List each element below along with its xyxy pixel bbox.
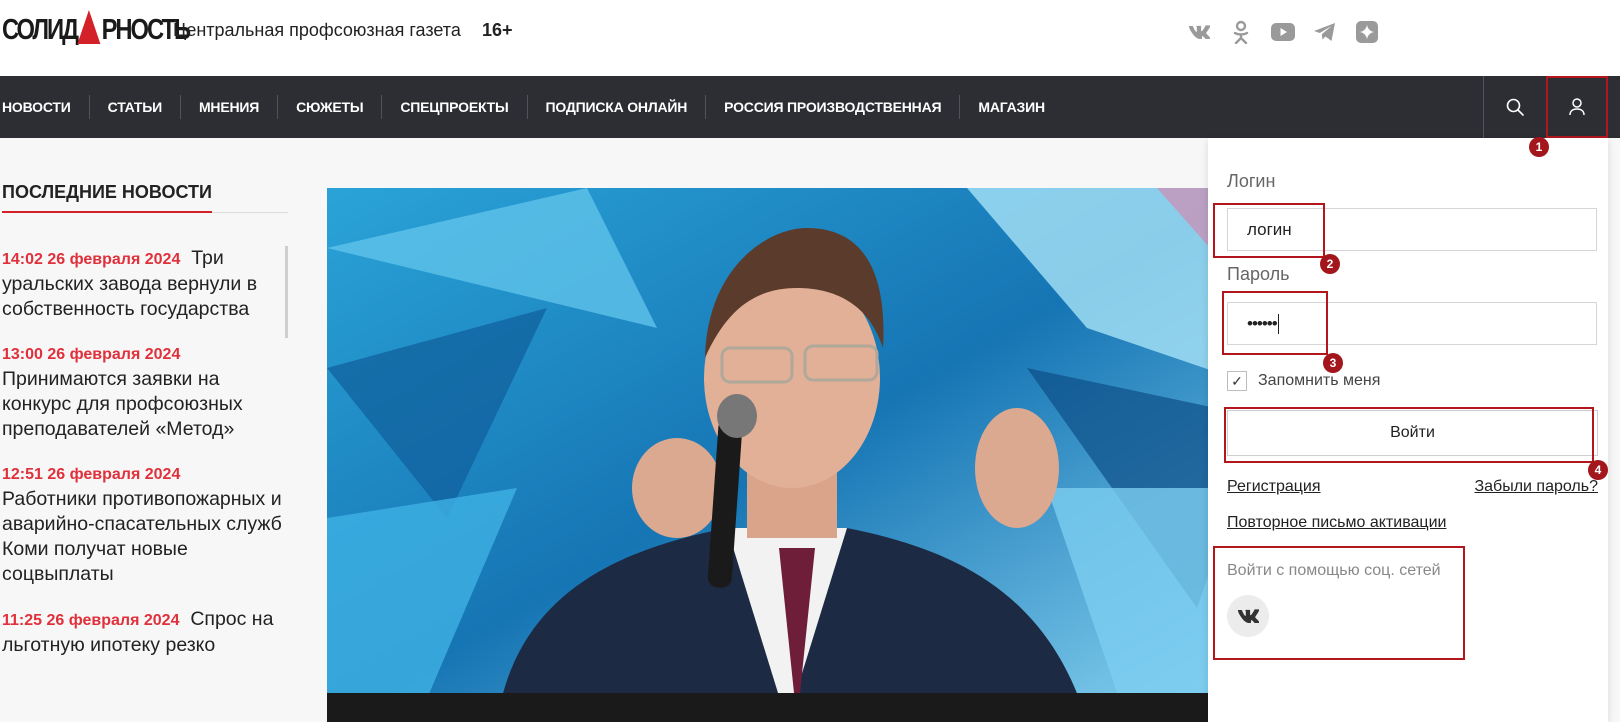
login-submit-button[interactable]: Войти xyxy=(1227,410,1598,456)
main-nav: НОВОСТИ СТАТЬИ МНЕНИЯ СЮЖЕТЫ СПЕЦПРОЕКТЫ… xyxy=(0,76,1620,138)
age-rating: 16+ xyxy=(482,20,513,40)
news-title[interactable]: Принимаются заявки на конкурс для профсо… xyxy=(2,368,243,440)
nav-item-shop[interactable]: МАГАЗИН xyxy=(959,95,1062,119)
user-account-button[interactable] xyxy=(1546,76,1608,138)
news-time: 14:02 26 февраля 2024 xyxy=(2,251,181,268)
site-header: СОЛИД РНОСТЬ Центральная профсоюзная газе… xyxy=(0,0,1620,76)
nav-item-articles[interactable]: СТАТЬИ xyxy=(88,95,180,119)
nav-item-stories[interactable]: СЮЖЕТЫ xyxy=(277,95,381,119)
news-time: 11:25 26 февраля 2024 xyxy=(2,612,180,629)
login-dropdown: Логин логин Пароль •••••• ✓ Запомнить ме… xyxy=(1208,138,1608,722)
remember-checkbox[interactable]: ✓ xyxy=(1227,371,1247,391)
social-links xyxy=(1187,20,1379,44)
hero-image[interactable] xyxy=(327,188,1263,722)
news-item[interactable]: 11:25 26 февраля 2024 Спрос на льготную … xyxy=(2,607,288,658)
annotation-badge: 2 xyxy=(1320,254,1340,274)
hero-photo xyxy=(327,188,1263,722)
resend-activation-link[interactable]: Повторное письмо активации xyxy=(1227,514,1446,532)
text-cursor xyxy=(1277,313,1279,334)
search-icon xyxy=(1506,98,1524,116)
logo-triangle xyxy=(77,10,101,44)
annotation-badge: 1 xyxy=(1529,137,1549,157)
youtube-icon[interactable] xyxy=(1271,20,1295,44)
annotation-badge: 3 xyxy=(1323,353,1343,373)
nav-menu: НОВОСТИ СТАТЬИ МНЕНИЯ СЮЖЕТЫ СПЕЦПРОЕКТЫ… xyxy=(0,76,1063,138)
latest-news-list: 14:02 26 февраля 2024 Три уральских заво… xyxy=(2,246,288,678)
nav-item-special-projects[interactable]: СПЕЦПРОЕКТЫ xyxy=(381,95,526,119)
login-label: Логин xyxy=(1227,171,1276,191)
latest-news-title: ПОСЛЕДНИЕ НОВОСТИ xyxy=(2,182,212,213)
telegram-icon[interactable] xyxy=(1313,20,1337,44)
vk-login-button[interactable] xyxy=(1227,595,1269,637)
search-button[interactable] xyxy=(1484,76,1546,138)
annotation-badge: 4 xyxy=(1588,460,1608,480)
user-icon xyxy=(1569,98,1585,116)
nav-item-online-subscription[interactable]: ПОДПИСКА ОНЛАЙН xyxy=(526,95,706,119)
remember-label: Запомнить меня xyxy=(1258,372,1381,389)
news-item[interactable]: 12:51 26 февраля 2024 Работники противоп… xyxy=(2,462,288,587)
odnoklassniki-icon[interactable] xyxy=(1229,20,1253,44)
remember-me[interactable]: ✓ Запомнить меня xyxy=(1227,371,1380,391)
password-input[interactable]: •••••• xyxy=(1227,302,1597,345)
forgot-password-link[interactable]: Забыли пароль? xyxy=(1474,478,1598,496)
password-value: •••••• xyxy=(1247,313,1278,333)
site-logo[interactable]: СОЛИД РНОСТЬ xyxy=(2,10,191,50)
nav-item-news[interactable]: НОВОСТИ xyxy=(0,95,89,119)
news-item[interactable]: 14:02 26 февраля 2024 Три уральских заво… xyxy=(2,246,288,322)
site-tagline: Центральная профсоюзная газета xyxy=(173,20,461,40)
nav-item-opinions[interactable]: МНЕНИЯ xyxy=(179,95,277,119)
news-time: 13:00 26 февраля 2024 xyxy=(2,346,181,363)
zen-icon[interactable] xyxy=(1355,20,1379,44)
nav-item-russia-industrial[interactable]: РОССИЯ ПРОИЗВОДСТВЕННАЯ xyxy=(705,95,959,119)
news-item[interactable]: 13:00 26 февраля 2024 Принимаются заявки… xyxy=(2,342,288,442)
social-login-label: Войти с помощью соц. сетей xyxy=(1227,562,1441,579)
login-input[interactable]: логин xyxy=(1227,208,1597,251)
news-scrollbar[interactable] xyxy=(285,246,288,338)
news-time: 12:51 26 февраля 2024 xyxy=(2,466,181,483)
vk-icon xyxy=(1237,609,1259,623)
register-link[interactable]: Регистрация xyxy=(1227,478,1321,496)
vk-icon[interactable] xyxy=(1187,20,1211,44)
latest-news-header: ПОСЛЕДНИЕ НОВОСТИ xyxy=(2,182,288,213)
news-title[interactable]: Работники противопожарных и аварийно-спа… xyxy=(2,488,282,585)
logo-text-left: СОЛИД xyxy=(2,13,79,46)
password-label: Пароль xyxy=(1227,264,1290,284)
